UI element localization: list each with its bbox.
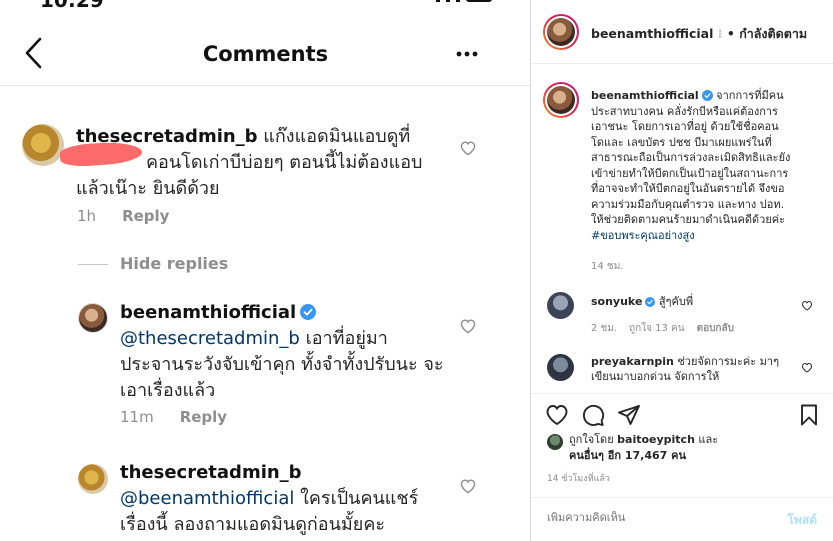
- comment-meta: 1h Reply: [77, 207, 195, 225]
- following-button[interactable]: กำลังติดตาม: [739, 26, 807, 41]
- post-time: 14 ชั่วโมงที่แล้ว: [547, 474, 610, 484]
- avatar[interactable]: [78, 464, 108, 494]
- post-author: beenamthiofficial ⁝ • กำลังติดตาม: [591, 24, 807, 44]
- hide-replies-button[interactable]: Hide replies: [78, 254, 228, 273]
- comment-body-line: แล้วเน๊าะ ยินดีด้วย: [76, 178, 220, 199]
- hashtag-link[interactable]: #ขอบพระคุณอย่างสูง: [591, 229, 695, 242]
- likes-mid: และ: [694, 433, 719, 446]
- comment-username[interactable]: thesecretadmin_b: [120, 462, 302, 483]
- comment-meta: 11m Reply: [120, 408, 253, 426]
- avatar[interactable]: [547, 434, 563, 450]
- comments-header: Comments: [0, 22, 530, 86]
- likes-summary: ถูกใจโดย baitoeypitch และ คนอื่นๆ อีก 17…: [547, 432, 827, 464]
- heart-icon[interactable]: [801, 362, 813, 373]
- reply-button[interactable]: Reply: [122, 207, 169, 225]
- signal-icon: [436, 0, 440, 2]
- comment-body-line: เอาที่อยู่มา: [299, 328, 388, 349]
- comment-text: preyakarnpin ช่วยจัดการมะค่ะ มาๆ เขียนมา…: [591, 354, 791, 384]
- likes-prefix: ถูกใจโดย: [569, 433, 618, 446]
- avatar[interactable]: [543, 82, 579, 118]
- list-item: sonyuke สู้ๆคับพี่ 2 ชม. ถูกใจ 13 คน ตอบกล…: [547, 292, 827, 334]
- likes-user[interactable]: baitoeypitch: [617, 433, 695, 446]
- list-item: preyakarnpin ช่วยจัดการมะค่ะ มาๆ เขียนมา…: [547, 354, 827, 388]
- avatar[interactable]: [543, 14, 579, 50]
- add-comment-bar: โพสต์: [531, 497, 833, 541]
- share-send-icon[interactable]: [617, 403, 641, 427]
- heart-icon[interactable]: [459, 140, 477, 156]
- caption-line: ประสาทบางคน คลั่งรักบีหรือแค่ต้องการ: [591, 104, 778, 118]
- bookmark-icon[interactable]: [797, 403, 821, 427]
- comments-screenshot: 10:29 Comments thesecretadmin_b แก๊งแอดม…: [0, 0, 531, 541]
- heart-icon[interactable]: [801, 300, 813, 311]
- verified-badge-icon: [300, 304, 317, 320]
- comment-age: 2 ชม.: [591, 323, 618, 334]
- heart-icon[interactable]: [459, 478, 477, 494]
- caption-line: เข้าข่ายทำให้บีตกเป็นเป้าอยู่ในสถานะการ: [591, 166, 789, 180]
- status-icons: [436, 0, 492, 2]
- status-time: 10:29: [40, 0, 104, 12]
- signal-icon: [446, 0, 450, 2]
- comment-body-line: คอนโดเก่าบีบ่อยๆ ตอนนี้ไม่ต้องแอบ: [146, 152, 423, 173]
- more-options-icon[interactable]: [455, 50, 479, 58]
- add-comment-input[interactable]: [547, 511, 767, 524]
- avatar[interactable]: [78, 303, 108, 333]
- comment-body-line: เอาเรื่องแล้ว: [120, 380, 216, 401]
- comment-body-line: แก๊งแอดมินแอบดูที่: [257, 126, 411, 147]
- comment-likes[interactable]: ถูกใจ 13 คน: [629, 323, 684, 334]
- caption-username[interactable]: beenamthiofficial: [591, 89, 699, 102]
- reply-button[interactable]: Reply: [180, 408, 227, 426]
- caption-line: ให้ช่วยติดตามคนร้ายมาดำเนินคดีด้วยค่ะ: [591, 213, 786, 226]
- comment-text: thesecretadmin_b แก๊งแอดมินแอบดูที่ คอนโ…: [76, 124, 456, 202]
- comment-body-line: ประจานระวังจับเข้าคุก ทั้งจำทั้งปรับนะ จ…: [120, 354, 444, 375]
- comment-username[interactable]: sonyuke: [591, 295, 642, 308]
- comment-username[interactable]: preyakarnpin: [591, 355, 674, 368]
- comment-text: beenamthiofficial @thesecretadmin_b เอาท…: [120, 300, 460, 404]
- avatar[interactable]: [547, 292, 574, 319]
- comment-time: 11m: [120, 408, 154, 426]
- heart-icon[interactable]: [459, 318, 477, 334]
- signal-icon: [456, 0, 460, 2]
- verified-badge-icon: [645, 297, 656, 307]
- verified-badge-icon: [701, 90, 713, 101]
- battery-icon: [466, 0, 492, 2]
- likes-others[interactable]: คนอื่นๆ อีก 17,467 คน: [569, 449, 686, 462]
- avatar[interactable]: [547, 354, 574, 381]
- reply-button[interactable]: ตอบกลับ: [697, 323, 734, 334]
- post-comment-button[interactable]: โพสต์: [788, 511, 817, 530]
- comment-bubble-icon[interactable]: [581, 403, 605, 427]
- comment-meta: 2 ชม. ถูกใจ 13 คน ตอบกลับ: [591, 321, 746, 336]
- avatar[interactable]: [22, 124, 64, 166]
- caption-line: ความร่วมมือกับคุณตำรวจ และทาง ปอท.: [591, 197, 785, 211]
- post-caption: beenamthiofficial จากการที่มีคน ประสาทบา…: [591, 88, 823, 243]
- comment-body-line: ช่วยจัดการมะค่ะ มาๆ: [673, 355, 780, 368]
- comment-body-line: เรื่องนี้ ลองถามแอดมินดูก่อนมั้ยคะ: [120, 514, 386, 535]
- comment-time: 1h: [77, 207, 97, 225]
- divider: [78, 264, 108, 265]
- caption-line: โดและ เลขบัตร ปชช บีมาเผยแพร่ในที่: [591, 135, 772, 149]
- post-author-username[interactable]: beenamthiofficial: [591, 26, 713, 41]
- caption-line: จากการที่มีคน: [712, 89, 784, 102]
- status-bar: 10:29: [40, 0, 510, 12]
- comment-text: sonyuke สู้ๆคับพี่: [591, 294, 791, 309]
- caption-line: ที่อาจจะทำให้บีตกอยู่ในอันตรายได้ จึงขอ: [591, 182, 785, 195]
- comment-body: สู้ๆคับพี่: [655, 295, 694, 308]
- comment-body-line: ใครเป็นคนแชร์: [294, 488, 419, 509]
- likes-text: ถูกใจโดย baitoeypitch และ คนอื่นๆ อีก 17…: [547, 432, 827, 464]
- separator-dot: •: [722, 26, 740, 41]
- post-header: beenamthiofficial ⁝ • กำลังติดตาม: [531, 0, 833, 64]
- comment-body-line: เขียนมาบอกด่วน จัดการให้: [591, 370, 720, 383]
- like-heart-icon[interactable]: [545, 403, 569, 427]
- caption-line: สาธารณะถือเป็นการล่วงละเมิดสิทธิและยัง: [591, 151, 791, 164]
- mention-link[interactable]: @thesecretadmin_b: [120, 328, 300, 349]
- caption-age: 14 ชม.: [591, 261, 624, 272]
- comment-username[interactable]: beenamthiofficial: [120, 302, 296, 323]
- page-title: Comments: [202, 42, 329, 66]
- post-actions: [531, 393, 833, 433]
- caption-line: เอาชนะ โดยการเอาที่อยู่ ด้วยใช้ชื่อคอน: [591, 120, 779, 133]
- mention-link[interactable]: @beenamthiofficial: [120, 488, 294, 509]
- post-side-panel: beenamthiofficial ⁝ • กำลังติดตาม beenam…: [531, 0, 833, 541]
- hide-replies-label: Hide replies: [120, 254, 229, 273]
- comment-text: thesecretadmin_b @beenamthiofficial ใครเ…: [120, 460, 460, 538]
